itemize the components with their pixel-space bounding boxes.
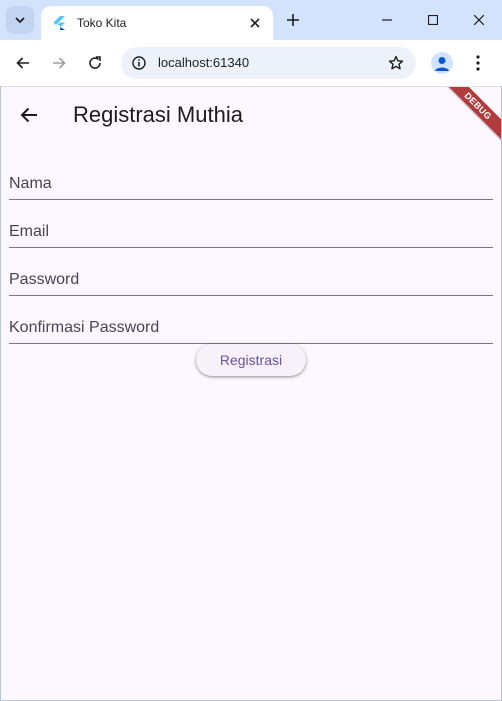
tab-search-icon [15,17,25,24]
tab-strip: Toko Kita [0,0,502,40]
confirm-password-field[interactable] [9,295,493,344]
url-text[interactable]: localhost:61340 [158,47,249,79]
browser-toolbar: localhost:61340 [0,40,502,86]
app-back-arrow-icon [20,107,37,123]
tab-search-button[interactable] [6,6,34,34]
password-input[interactable] [9,271,493,289]
maximize-icon [428,15,438,25]
address-bar[interactable]: localhost:61340 [121,47,416,79]
window-close-icon [474,15,484,25]
window-close-button[interactable] [456,0,502,40]
browser-tab[interactable]: Toko Kita [41,6,273,40]
more-vert-icon [476,55,480,71]
site-info-icon [132,56,146,70]
forward-arrow-icon [53,57,66,69]
minimize-button[interactable] [364,0,410,40]
star-icon [388,55,404,70]
bookmark-button[interactable] [386,53,406,73]
page-title: Registrasi Muthia [73,102,243,127]
forward-button[interactable] [45,49,73,77]
plus-icon [287,14,299,26]
name-field[interactable] [9,151,493,200]
register-button[interactable]: Registrasi [196,344,306,376]
new-tab-button[interactable] [282,9,304,31]
flutter-logo-icon [53,16,67,30]
site-info-button[interactable] [129,53,149,73]
back-button[interactable] [9,49,37,77]
email-field[interactable] [9,199,493,248]
password-field[interactable] [9,247,493,296]
browser-menu-button[interactable] [470,52,486,74]
app-viewport: Registrasi Muthia DEBUG Registrasi [1,86,501,701]
window-border-left [0,86,1,701]
profile-button[interactable] [431,52,453,74]
maximize-button[interactable] [410,0,456,40]
name-input[interactable] [9,175,493,193]
app-back-button[interactable] [15,101,43,129]
reload-icon [89,56,101,69]
profile-icon [435,57,449,71]
confirm-password-input[interactable] [9,319,493,337]
tab-title: Toko Kita [77,16,127,30]
minimize-icon [382,19,392,21]
tab-close-button[interactable] [245,13,265,33]
app-bar: Registrasi Muthia [1,87,501,143]
back-arrow-icon [16,57,29,69]
reload-button[interactable] [81,49,109,77]
email-input[interactable] [9,223,493,241]
close-icon [250,18,260,28]
